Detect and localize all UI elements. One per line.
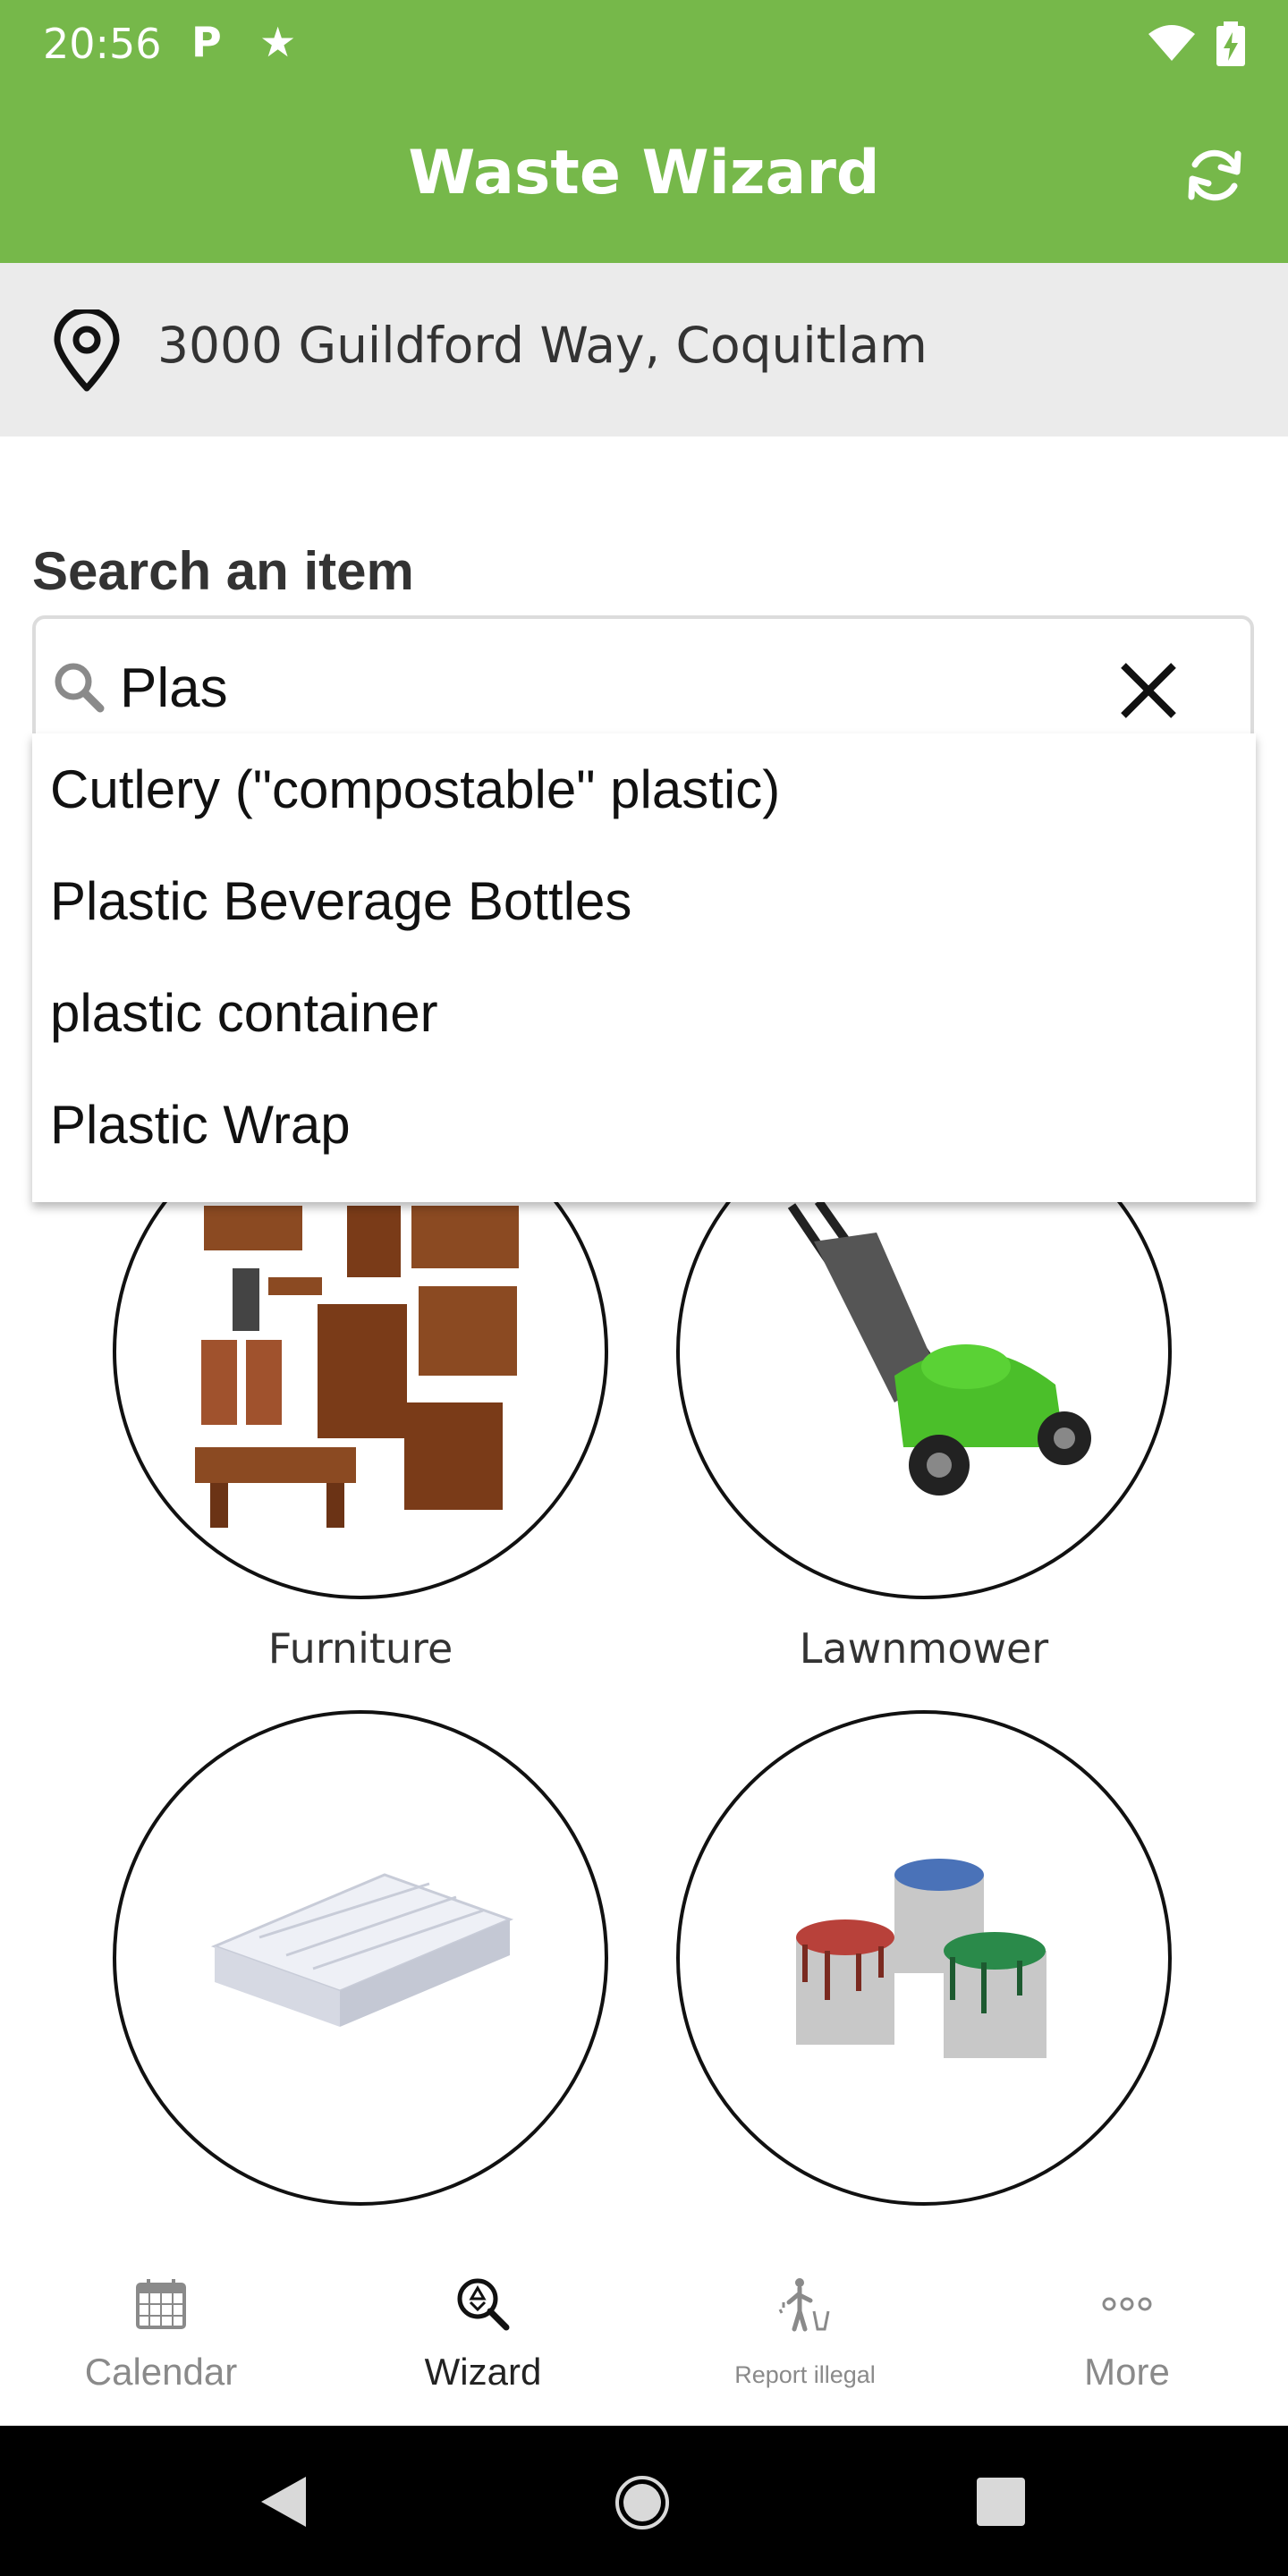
recents-icon[interactable] [977,2478,1025,2526]
suggestion-item[interactable]: Plastic Beverage Bottles [32,845,1256,957]
search-input[interactable] [120,657,1014,720]
suggestion-item[interactable]: plastic container [32,957,1256,1069]
suggestions-dropdown: Cutlery ("compostable" plastic) Plastic … [32,733,1256,1202]
calendar-icon [136,2279,186,2329]
wizard-icon [457,2278,510,2331]
nav-label: Report illegal [734,2361,876,2388]
status-bar: 20:56 P ★ [0,0,1288,86]
nav-more[interactable]: More [966,2249,1288,2426]
category-label: Furniture [267,1624,453,1673]
suggestion-item[interactable]: Cutlery ("compostable" plastic) [32,733,1256,845]
more-icon [1102,2297,1152,2311]
mattress-image [210,1873,514,2027]
battery-charging-icon [1216,21,1245,66]
nav-calendar[interactable]: Calendar [0,2249,322,2426]
refresh-icon[interactable] [1182,143,1247,208]
paint-cans-image [796,1859,1046,2058]
category-paint[interactable] [676,1710,1172,2206]
category-label: Lawnmower [799,1624,1049,1673]
clear-search-icon[interactable] [1113,655,1184,726]
parking-notification-icon: P [191,18,222,66]
system-navigation-bar [0,2426,1288,2576]
suggestion-item[interactable]: Plastic Wrap [32,1069,1256,1181]
nav-label: Wizard [424,2351,542,2393]
nav-report-illegal[interactable]: Report illegal [644,2249,966,2426]
status-time: 20:56 [43,20,162,68]
nav-label: More [1084,2351,1170,2393]
home-icon[interactable] [614,2474,671,2531]
address-text: 3000 Guildford Way, Coquitlam [157,317,928,374]
report-illegal-icon [778,2278,830,2332]
location-pin-icon [54,309,120,392]
nav-label: Calendar [84,2351,238,2393]
bottom-navigation: Calendar Wizard Report illegal More [0,2249,1288,2426]
app-title: Waste Wizard [408,138,880,208]
search-icon [55,663,105,713]
search-heading: Search an item [32,541,414,601]
back-icon[interactable] [258,2475,308,2529]
category-mattress[interactable] [113,1710,608,2206]
app-bar: Waste Wizard [0,86,1288,263]
star-notification-icon: ★ [259,19,297,65]
location-bar[interactable]: 3000 Guildford Way, Coquitlam [0,263,1288,436]
wifi-icon [1148,25,1195,61]
nav-wizard[interactable]: Wizard [322,2249,644,2426]
